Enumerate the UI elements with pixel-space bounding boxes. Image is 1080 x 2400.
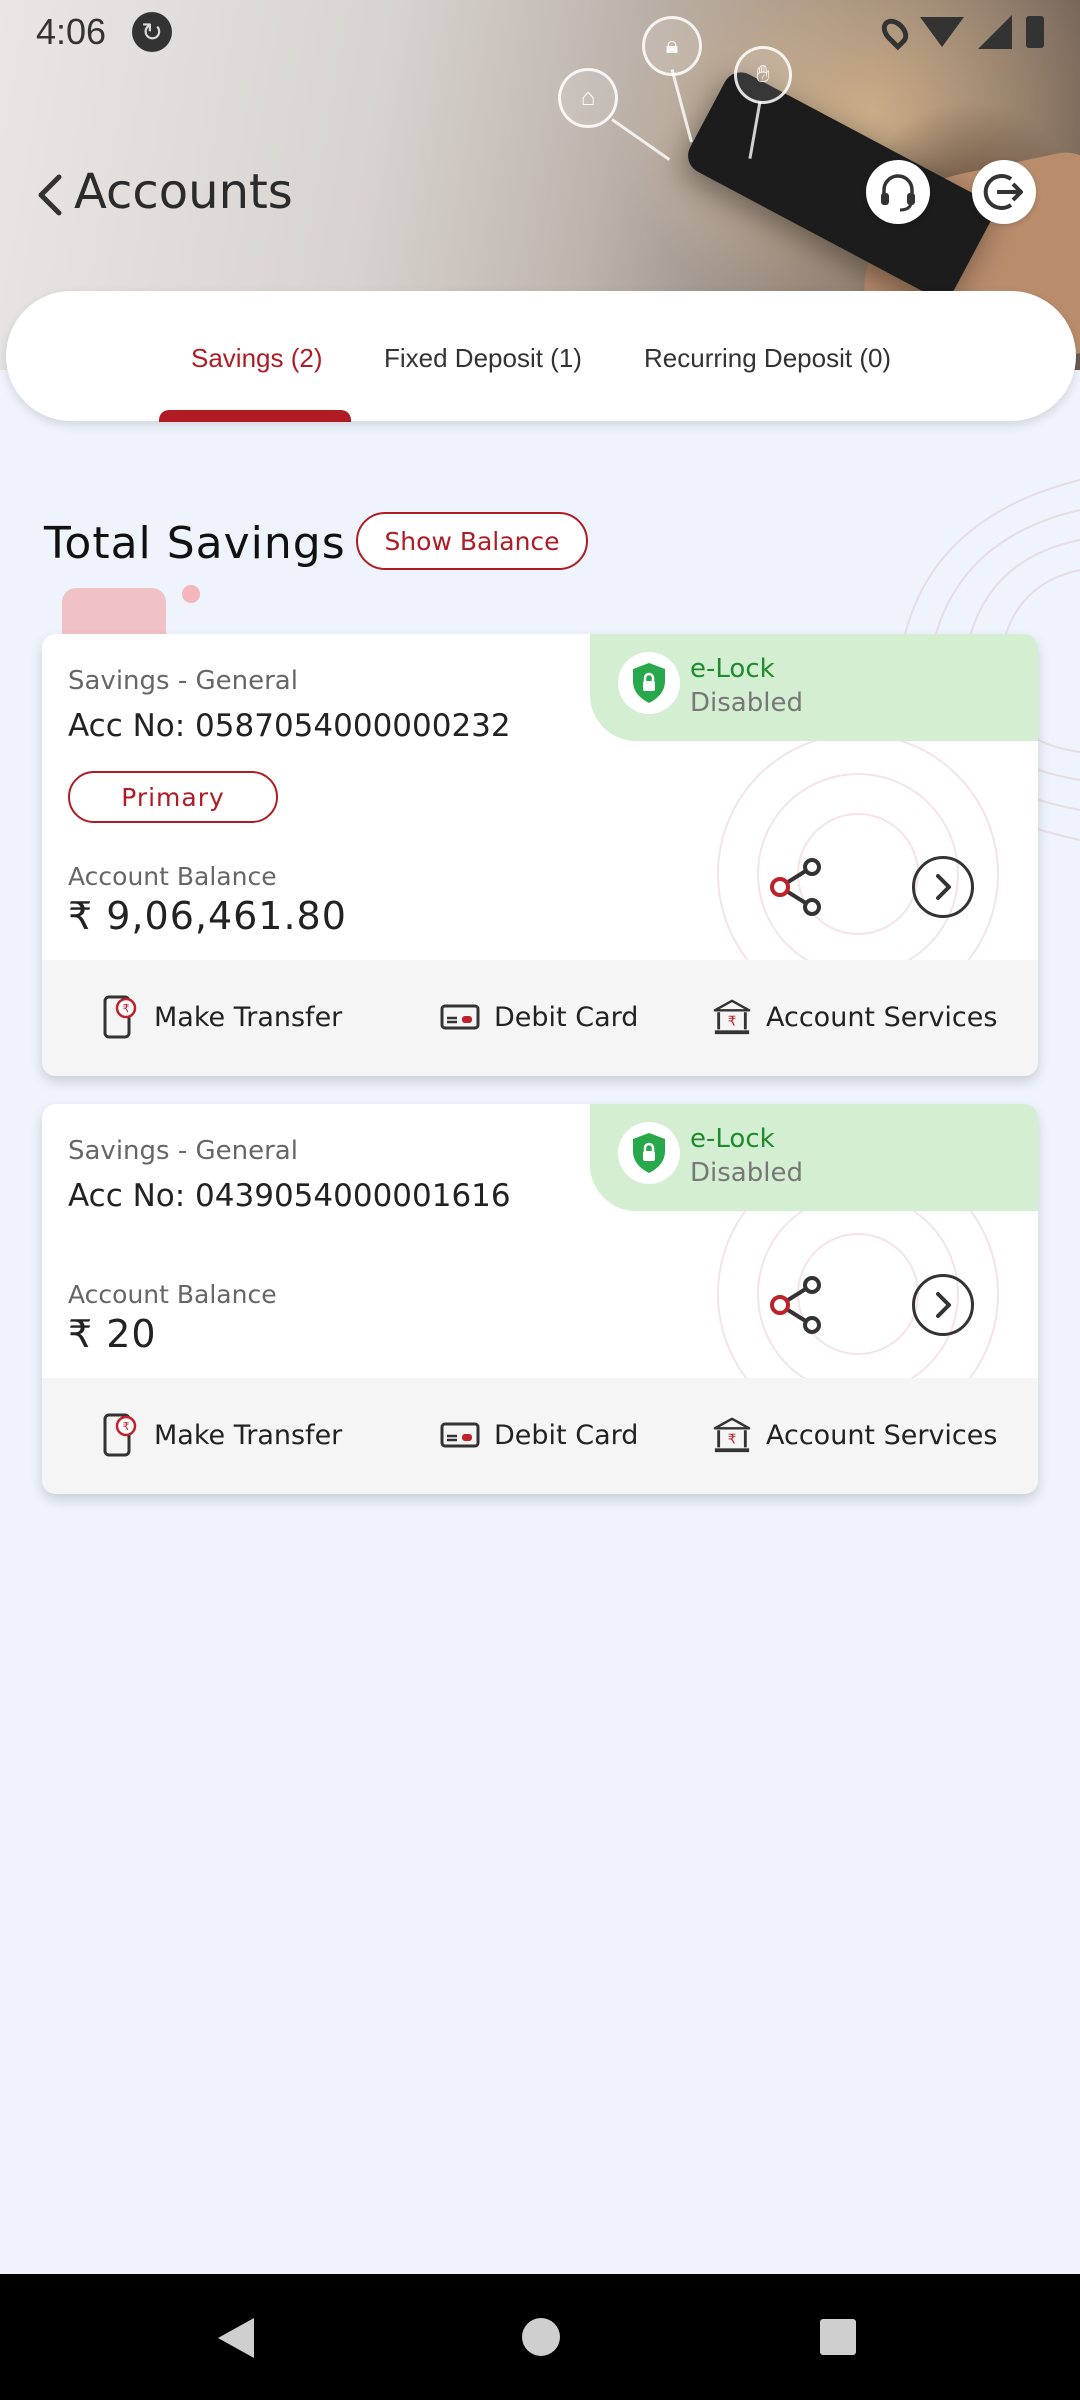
- elock-label: e-Lock: [690, 654, 775, 684]
- shield-lock-icon: [618, 652, 680, 714]
- chevron-right-icon: [936, 874, 951, 900]
- system-nav-bar: [0, 2274, 1080, 2400]
- account-actions-bar: ₹ Make Transfer Debit Card ₹ Account Ser…: [42, 1378, 1038, 1494]
- battery-icon: [1026, 16, 1044, 48]
- svg-text:₹: ₹: [123, 1420, 130, 1433]
- debit-card-icon: [440, 1412, 480, 1458]
- account-details-button[interactable]: [912, 1274, 974, 1336]
- nav-recents-icon[interactable]: [820, 2319, 856, 2355]
- page-title: Accounts: [74, 164, 293, 220]
- debit-card-button[interactable]: Debit Card: [440, 1412, 638, 1458]
- wifi-icon: [920, 17, 964, 47]
- account-type: Savings - General: [68, 666, 298, 696]
- share-icon: [770, 858, 821, 916]
- balance-value: ₹ 9,06,461.80: [68, 894, 347, 938]
- share-icon: [770, 1276, 821, 1334]
- account-services-button[interactable]: ₹ Account Services: [712, 994, 997, 1040]
- share-button[interactable]: [762, 1270, 832, 1340]
- debit-card-label: Debit Card: [494, 1419, 639, 1451]
- nav-home-icon[interactable]: [522, 2318, 560, 2356]
- balance-label: Account Balance: [68, 1280, 277, 1309]
- account-card: Savings - General Acc No: 05870540000002…: [42, 634, 1038, 1076]
- nav-back-icon[interactable]: [218, 2318, 254, 2358]
- account-services-label: Account Services: [766, 1001, 998, 1033]
- shield-lock-icon: [618, 1122, 680, 1184]
- svg-text:₹: ₹: [728, 1015, 736, 1030]
- make-transfer-label: Make Transfer: [154, 1001, 343, 1033]
- elock-status: Disabled: [690, 688, 803, 718]
- signal-icon: [978, 15, 1012, 49]
- account-services-label: Account Services: [766, 1419, 998, 1451]
- section-title: Total Savings: [44, 518, 346, 569]
- sync-icon: ↻: [132, 12, 173, 52]
- tab-fixed-deposit[interactable]: Fixed Deposit (1): [384, 343, 582, 374]
- elock-status: Disabled: [690, 1158, 803, 1188]
- make-transfer-button[interactable]: ₹ Make Transfer: [100, 994, 342, 1040]
- elock-status-panel[interactable]: e-Lock Disabled: [590, 634, 1038, 741]
- active-tab-indicator: [159, 410, 351, 422]
- elock-label: e-Lock: [690, 1124, 775, 1154]
- svg-text:₹: ₹: [123, 1002, 130, 1015]
- account-details-button[interactable]: [912, 856, 974, 918]
- debit-card-icon: [440, 994, 480, 1040]
- account-number: Acc No: 0439054000001616: [68, 1178, 511, 1214]
- balance-value: ₹ 20: [68, 1312, 157, 1356]
- primary-badge: Primary: [68, 771, 278, 823]
- debit-card-label: Debit Card: [494, 1001, 639, 1033]
- mobile-transfer-icon: ₹: [100, 1412, 140, 1458]
- headset-icon: [881, 174, 915, 212]
- elock-status-panel[interactable]: e-Lock Disabled: [590, 1104, 1038, 1211]
- account-actions-bar: ₹ Make Transfer Debit Card ₹ Account Ser…: [42, 960, 1038, 1076]
- account-card: Savings - General Acc No: 04390540000016…: [42, 1104, 1038, 1494]
- chevron-right-icon: [936, 1292, 951, 1318]
- status-time: 4:06: [36, 11, 107, 52]
- show-balance-button[interactable]: Show Balance: [356, 512, 588, 570]
- support-button[interactable]: [866, 160, 930, 224]
- coin-illustration: [182, 585, 200, 603]
- back-button[interactable]: [30, 165, 70, 225]
- make-transfer-button[interactable]: ₹ Make Transfer: [100, 1412, 342, 1458]
- svg-text:₹: ₹: [728, 1433, 736, 1448]
- share-button[interactable]: [762, 852, 832, 922]
- logout-icon: [983, 174, 1023, 210]
- balance-label: Account Balance: [68, 862, 277, 891]
- account-number: Acc No: 0587054000000232: [68, 708, 511, 744]
- bank-icon: ₹: [712, 994, 752, 1040]
- bank-icon: ₹: [712, 1412, 752, 1458]
- account-type: Savings - General: [68, 1136, 298, 1166]
- make-transfer-label: Make Transfer: [154, 1419, 343, 1451]
- account-type-tabs: Savings (2) Fixed Deposit (1) Recurring …: [6, 291, 1076, 421]
- tab-savings[interactable]: Savings (2): [191, 343, 323, 374]
- mobile-transfer-icon: ₹: [100, 994, 140, 1040]
- status-bar: 4:06 ↻: [0, 0, 1080, 64]
- back-arrow-icon: [38, 174, 62, 216]
- bank-deco-icon: ⌂: [558, 68, 618, 128]
- tab-recurring-deposit[interactable]: Recurring Deposit (0): [644, 343, 891, 374]
- logout-button[interactable]: [972, 160, 1036, 224]
- account-services-button[interactable]: ₹ Account Services: [712, 1412, 997, 1458]
- debit-card-button[interactable]: Debit Card: [440, 994, 638, 1040]
- wallet-illustration: [62, 588, 166, 636]
- location-icon: [876, 13, 914, 51]
